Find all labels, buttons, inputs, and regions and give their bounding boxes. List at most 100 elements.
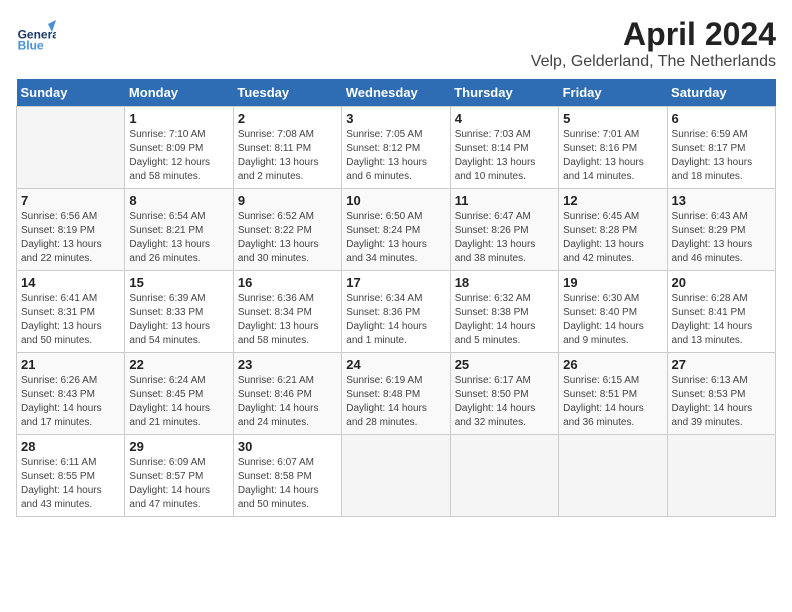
calendar-cell: 29 Sunrise: 6:09 AMSunset: 8:57 PMDayligh… [125,435,233,517]
day-number: 2 [238,111,337,126]
weekday-header: Monday [125,79,233,107]
day-number: 7 [21,193,120,208]
day-number: 14 [21,275,120,290]
day-detail: Sunrise: 6:17 AMSunset: 8:50 PMDaylight:… [455,374,554,430]
calendar-cell: 5 Sunrise: 7:01 AMSunset: 8:16 PMDaylight… [559,107,667,189]
calendar-cell: 12 Sunrise: 6:45 AMSunset: 8:28 PMDayligh… [559,189,667,271]
weekday-header: Saturday [667,79,775,107]
day-number: 3 [346,111,445,126]
weekday-header: Wednesday [342,79,450,107]
weekday-header: Tuesday [233,79,341,107]
day-detail: Sunrise: 6:30 AMSunset: 8:40 PMDaylight:… [563,292,662,348]
day-detail: Sunrise: 6:59 AMSunset: 8:17 PMDaylight:… [672,128,771,184]
calendar-cell: 15 Sunrise: 6:39 AMSunset: 8:33 PMDayligh… [125,271,233,353]
calendar-cell: 26 Sunrise: 6:15 AMSunset: 8:51 PMDayligh… [559,353,667,435]
day-number: 26 [563,357,662,372]
calendar-cell: 27 Sunrise: 6:13 AMSunset: 8:53 PMDayligh… [667,353,775,435]
day-number: 16 [238,275,337,290]
day-number: 30 [238,439,337,454]
svg-text:Blue: Blue [18,39,44,53]
calendar-cell: 21 Sunrise: 6:26 AMSunset: 8:43 PMDayligh… [17,353,125,435]
page-title: April 2024 [531,16,776,53]
day-number: 6 [672,111,771,126]
day-number: 12 [563,193,662,208]
weekday-header: Thursday [450,79,558,107]
day-number: 4 [455,111,554,126]
calendar-cell: 8 Sunrise: 6:54 AMSunset: 8:21 PMDaylight… [125,189,233,271]
calendar-cell: 2 Sunrise: 7:08 AMSunset: 8:11 PMDaylight… [233,107,341,189]
calendar-cell: 30 Sunrise: 6:07 AMSunset: 8:58 PMDayligh… [233,435,341,517]
day-detail: Sunrise: 6:39 AMSunset: 8:33 PMDaylight:… [129,292,228,348]
day-number: 28 [21,439,120,454]
day-detail: Sunrise: 6:21 AMSunset: 8:46 PMDaylight:… [238,374,337,430]
day-detail: Sunrise: 7:08 AMSunset: 8:11 PMDaylight:… [238,128,337,184]
day-detail: Sunrise: 6:45 AMSunset: 8:28 PMDaylight:… [563,210,662,266]
calendar-cell: 23 Sunrise: 6:21 AMSunset: 8:46 PMDayligh… [233,353,341,435]
day-detail: Sunrise: 6:07 AMSunset: 8:58 PMDaylight:… [238,456,337,512]
header: General Blue April 2024 Velp, Gelderland… [16,16,776,71]
day-detail: Sunrise: 6:19 AMSunset: 8:48 PMDaylight:… [346,374,445,430]
day-number: 15 [129,275,228,290]
calendar-cell [17,107,125,189]
day-number: 29 [129,439,228,454]
calendar-cell: 4 Sunrise: 7:03 AMSunset: 8:14 PMDaylight… [450,107,558,189]
day-number: 24 [346,357,445,372]
calendar-cell: 6 Sunrise: 6:59 AMSunset: 8:17 PMDaylight… [667,107,775,189]
calendar-cell: 25 Sunrise: 6:17 AMSunset: 8:50 PMDayligh… [450,353,558,435]
calendar-cell: 11Sunrise: 6:47 AMSunset: 8:26 PMDayligh… [450,189,558,271]
day-detail: Sunrise: 6:13 AMSunset: 8:53 PMDaylight:… [672,374,771,430]
day-detail: Sunrise: 6:32 AMSunset: 8:38 PMDaylight:… [455,292,554,348]
day-number: 21 [21,357,120,372]
calendar-cell: 14Sunrise: 6:41 AMSunset: 8:31 PMDayligh… [17,271,125,353]
calendar-cell: 19 Sunrise: 6:30 AMSunset: 8:40 PMDayligh… [559,271,667,353]
day-number: 13 [672,193,771,208]
page-subtitle: Velp, Gelderland, The Netherlands [531,53,776,71]
day-detail: Sunrise: 6:52 AMSunset: 8:22 PMDaylight:… [238,210,337,266]
day-detail: Sunrise: 7:05 AMSunset: 8:12 PMDaylight:… [346,128,445,184]
day-detail: Sunrise: 6:09 AMSunset: 8:57 PMDaylight:… [129,456,228,512]
calendar-cell: 28Sunrise: 6:11 AMSunset: 8:55 PMDayligh… [17,435,125,517]
calendar-week-row: 7Sunrise: 6:56 AMSunset: 8:19 PMDaylight… [17,189,776,271]
title-area: April 2024 Velp, Gelderland, The Netherl… [531,16,776,71]
calendar-cell [559,435,667,517]
day-detail: Sunrise: 6:26 AMSunset: 8:43 PMDaylight:… [21,374,120,430]
day-detail: Sunrise: 6:15 AMSunset: 8:51 PMDaylight:… [563,374,662,430]
day-detail: Sunrise: 6:43 AMSunset: 8:29 PMDaylight:… [672,210,771,266]
day-number: 18 [455,275,554,290]
weekday-header: Friday [559,79,667,107]
day-detail: Sunrise: 6:24 AMSunset: 8:45 PMDaylight:… [129,374,228,430]
day-number: 5 [563,111,662,126]
day-detail: Sunrise: 6:47 AMSunset: 8:26 PMDaylight:… [455,210,554,266]
calendar-cell: 24 Sunrise: 6:19 AMSunset: 8:48 PMDayligh… [342,353,450,435]
calendar-cell: 22 Sunrise: 6:24 AMSunset: 8:45 PMDayligh… [125,353,233,435]
calendar-week-row: 28Sunrise: 6:11 AMSunset: 8:55 PMDayligh… [17,435,776,517]
day-detail: Sunrise: 6:50 AMSunset: 8:24 PMDaylight:… [346,210,445,266]
calendar-cell: 16 Sunrise: 6:36 AMSunset: 8:34 PMDayligh… [233,271,341,353]
day-number: 25 [455,357,554,372]
logo-icon: General Blue [16,16,56,56]
day-number: 27 [672,357,771,372]
calendar-week-row: 21 Sunrise: 6:26 AMSunset: 8:43 PMDayligh… [17,353,776,435]
weekday-header-row: SundayMondayTuesdayWednesdayThursdayFrid… [17,79,776,107]
calendar-cell: 1Sunrise: 7:10 AMSunset: 8:09 PMDaylight… [125,107,233,189]
day-number: 8 [129,193,228,208]
day-detail: Sunrise: 6:36 AMSunset: 8:34 PMDaylight:… [238,292,337,348]
calendar-cell: 7Sunrise: 6:56 AMSunset: 8:19 PMDaylight… [17,189,125,271]
day-detail: Sunrise: 6:54 AMSunset: 8:21 PMDaylight:… [129,210,228,266]
day-detail: Sunrise: 7:03 AMSunset: 8:14 PMDaylight:… [455,128,554,184]
calendar-week-row: 1Sunrise: 7:10 AMSunset: 8:09 PMDaylight… [17,107,776,189]
weekday-header: Sunday [17,79,125,107]
day-number: 22 [129,357,228,372]
calendar-cell: 3 Sunrise: 7:05 AMSunset: 8:12 PMDaylight… [342,107,450,189]
calendar-cell [667,435,775,517]
day-detail: Sunrise: 6:34 AMSunset: 8:36 PMDaylight:… [346,292,445,348]
day-number: 19 [563,275,662,290]
day-detail: Sunrise: 7:01 AMSunset: 8:16 PMDaylight:… [563,128,662,184]
calendar-cell [342,435,450,517]
day-number: 10 [346,193,445,208]
calendar-table: SundayMondayTuesdayWednesdayThursdayFrid… [16,79,776,517]
calendar-cell: 18 Sunrise: 6:32 AMSunset: 8:38 PMDayligh… [450,271,558,353]
day-detail: Sunrise: 6:28 AMSunset: 8:41 PMDaylight:… [672,292,771,348]
day-number: 17 [346,275,445,290]
day-number: 23 [238,357,337,372]
